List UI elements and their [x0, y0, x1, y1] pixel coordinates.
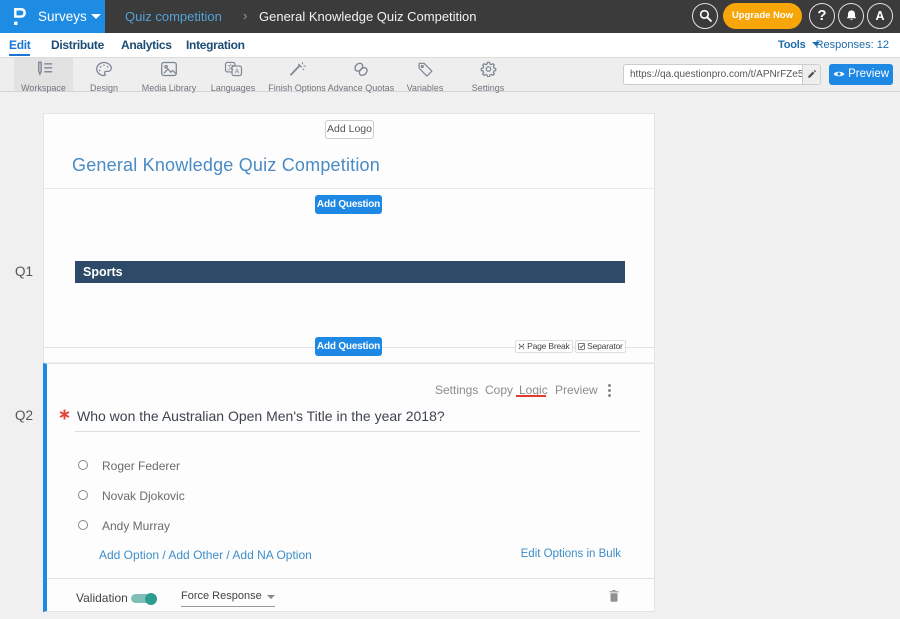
svg-text:A: A	[234, 69, 239, 76]
svg-text:文: 文	[227, 63, 234, 72]
